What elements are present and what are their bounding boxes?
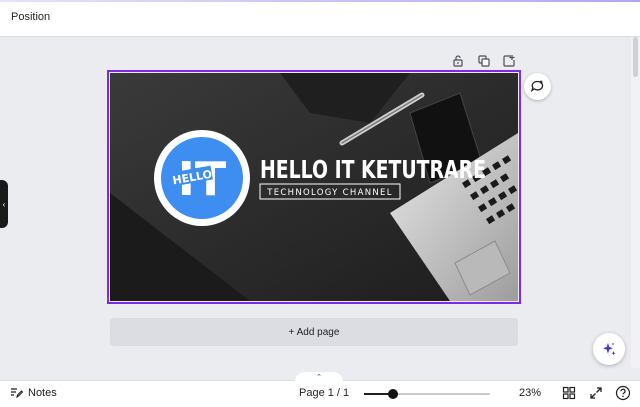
magic-assistant-button[interactable] [593, 333, 625, 365]
lock-icon[interactable] [451, 54, 465, 68]
top-bar: Position [0, 0, 640, 37]
notes-button[interactable]: Notes [10, 386, 57, 399]
vertical-scrollbar[interactable] [631, 37, 640, 368]
page-indicator[interactable]: Page 1 / 1 [299, 387, 349, 399]
add-page-button[interactable]: + Add page [110, 318, 518, 346]
notes-icon [11, 388, 23, 399]
zoom-slider-thumb[interactable] [388, 389, 398, 399]
panel-title: Position [11, 11, 51, 23]
notes-label: Notes [28, 386, 57, 399]
zoom-percentage[interactable]: 23% [519, 387, 541, 399]
add-page-icon[interactable] [502, 54, 516, 68]
add-comment-button[interactable] [524, 73, 551, 100]
headline-text: HELLO IT KETUTRARE [260, 155, 486, 184]
collapse-panel-handle[interactable]: ‹ [0, 180, 8, 228]
chevron-left-icon: ‹ [2, 199, 6, 209]
design-page[interactable]: IT HELLO HELLO IT KETUTRARE TECHNOLOGY C… [110, 73, 518, 301]
help-icon[interactable] [615, 385, 631, 401]
expand-pages-tab[interactable]: ⌃ [295, 372, 343, 382]
duplicate-icon[interactable] [477, 54, 491, 68]
grid-view-icon[interactable] [562, 386, 576, 400]
top-accent-line [0, 0, 640, 2]
comment-icon [530, 80, 544, 93]
chevron-up-icon: ⌃ [316, 374, 322, 381]
scrollbar-thumb[interactable] [633, 37, 638, 77]
sparkle-icon [603, 342, 616, 356]
subheadline-text: TECHNOLOGY CHANNEL [266, 188, 392, 198]
design-artwork: IT HELLO HELLO IT KETUTRARE TECHNOLOGY C… [110, 73, 518, 301]
fullscreen-icon[interactable] [589, 386, 603, 400]
